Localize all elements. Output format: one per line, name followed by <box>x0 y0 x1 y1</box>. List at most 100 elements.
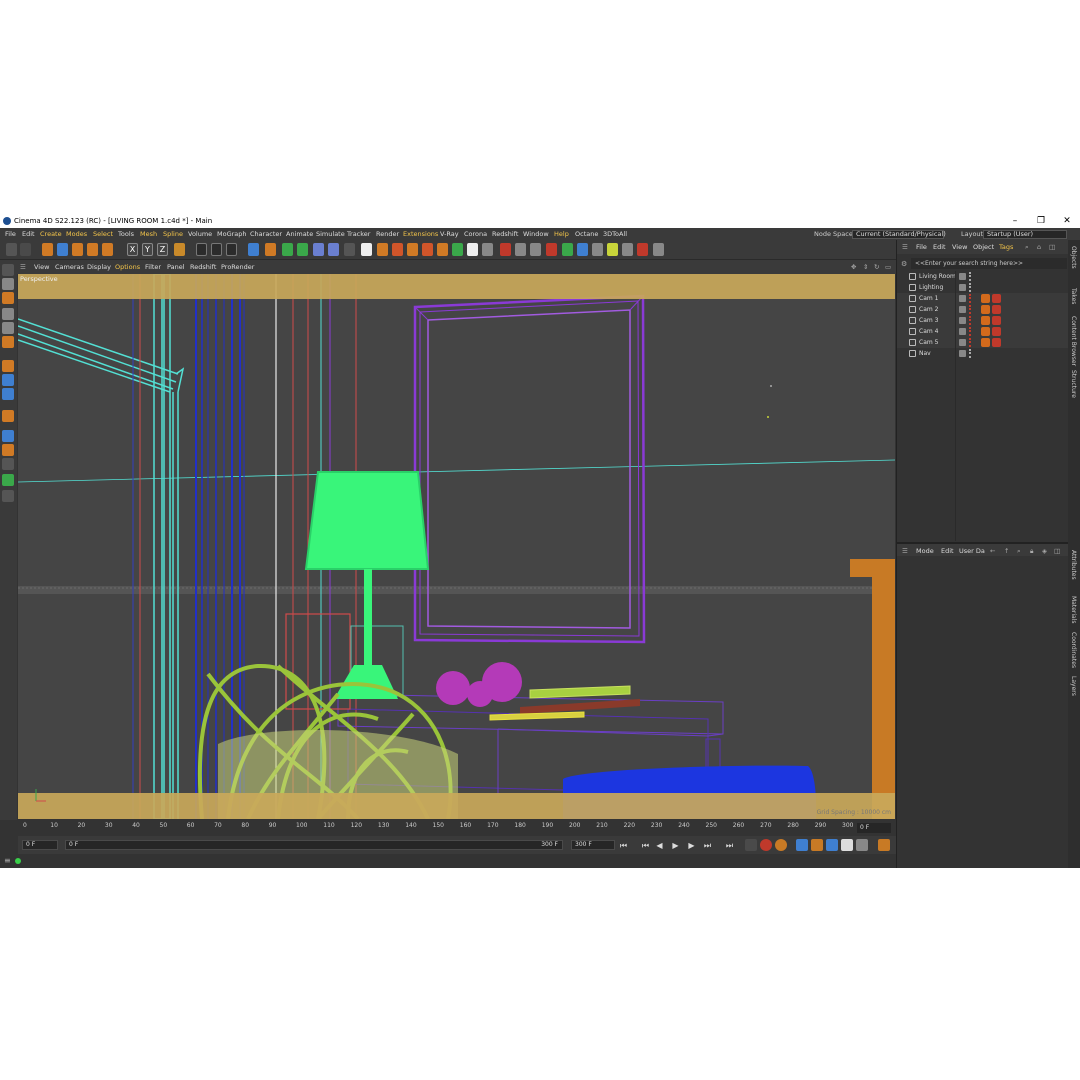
key-parameter-icon[interactable] <box>841 839 853 851</box>
render-settings-icon[interactable] <box>226 243 237 256</box>
workplane-lock-icon[interactable] <box>2 410 14 422</box>
tab-content-browser[interactable]: Content Browser <box>1070 316 1077 366</box>
rotate-tool-icon[interactable] <box>87 243 98 256</box>
menu-character[interactable]: Character <box>250 228 282 240</box>
polygons-mode-icon[interactable] <box>2 336 14 348</box>
sculpt-icon[interactable] <box>2 430 14 442</box>
om-search-icon[interactable]: ⌕ <box>1025 240 1029 254</box>
attr-menu-edit[interactable]: Edit <box>941 544 954 558</box>
object-row-living-room[interactable]: Living Room <box>897 271 1069 282</box>
object-row-cam-4[interactable]: Cam 4 <box>897 326 1069 337</box>
render-picture-viewer-icon[interactable] <box>211 243 222 256</box>
menu-mesh[interactable]: Mesh <box>140 228 157 240</box>
om-settings-icon[interactable]: ⚙ <box>901 260 907 268</box>
go-to-start-icon[interactable]: ⏮ <box>618 840 629 851</box>
octane-icon-7[interactable] <box>653 243 664 256</box>
recent-tools-icon[interactable] <box>102 243 113 256</box>
next-frame-icon[interactable]: ▶ <box>686 840 697 851</box>
viewport-menu-icon[interactable]: ☰ <box>20 260 26 274</box>
visibility-check-icon[interactable] <box>959 350 966 357</box>
protection-tag-icon[interactable] <box>981 316 990 325</box>
paint-icon[interactable] <box>2 444 14 456</box>
viewport-menu-prorender[interactable]: ProRender <box>221 260 254 274</box>
protection-tag-icon[interactable] <box>981 294 990 303</box>
perspective-viewport[interactable]: Perspective Grid Spacing: 10000 cm <box>18 274 895 819</box>
start-frame-field[interactable]: 0 F <box>22 840 58 850</box>
end-frame-field[interactable]: 300 F <box>571 840 615 850</box>
minimize-button[interactable]: – <box>1003 214 1027 228</box>
scale-tool-icon[interactable] <box>72 243 83 256</box>
timeline-ruler[interactable]: 0 10 20 30 40 50 60 70 80 90 100 110 120 130 140 150 160… <box>18 820 895 836</box>
menu-corona[interactable]: Corona <box>464 228 487 240</box>
render-dots-icon[interactable] <box>969 283 973 292</box>
visibility-check-icon[interactable] <box>959 328 966 335</box>
octane-icon-3[interactable] <box>592 243 603 256</box>
menu-help[interactable]: Help <box>554 228 569 240</box>
y-axis-toggle[interactable]: Y <box>142 243 153 256</box>
object-search-input[interactable]: <<Enter your search string here>> <box>911 258 1067 269</box>
close-button[interactable]: ✕ <box>1055 214 1079 228</box>
edges-mode-icon[interactable] <box>2 322 14 334</box>
om-new-window-icon[interactable]: ◫ <box>1049 240 1055 254</box>
om-home-icon[interactable]: ⌂ <box>1037 240 1041 254</box>
viewport-move-icon[interactable]: ✥ <box>851 260 856 274</box>
attributes-menu-icon[interactable]: ☰ <box>902 544 908 558</box>
play-forward-icon[interactable]: ▶ <box>670 840 681 851</box>
protection-tag-icon[interactable] <box>981 338 990 347</box>
menu-edit[interactable]: Edit <box>22 228 35 240</box>
snap-icon[interactable] <box>2 388 14 400</box>
menu-tracker[interactable]: Tracker <box>347 228 370 240</box>
octane-icon-5[interactable] <box>622 243 633 256</box>
texture-mode-icon[interactable] <box>2 278 14 290</box>
camera-tag-icon[interactable] <box>992 327 1001 336</box>
menu-spline[interactable]: Spline <box>163 228 183 240</box>
attr-lock-icon[interactable]: 🔒︎ <box>1030 544 1033 558</box>
floor-icon[interactable] <box>328 243 339 256</box>
menu-redshift[interactable]: Redshift <box>492 228 518 240</box>
viewport-menu-options[interactable]: Options <box>115 260 140 274</box>
attr-forward-icon[interactable]: ↑ <box>1004 544 1009 558</box>
object-row-cam-5[interactable]: Cam 5 <box>897 337 1069 348</box>
om-menu-object[interactable]: Object <box>973 240 994 254</box>
visibility-check-icon[interactable] <box>959 273 966 280</box>
viewport-menu-panel[interactable]: Panel <box>167 260 185 274</box>
menu-modes[interactable]: Modes <box>66 228 87 240</box>
camera-tag-icon[interactable] <box>992 294 1001 303</box>
redo-icon[interactable] <box>20 243 31 256</box>
grid-icon[interactable] <box>2 458 14 470</box>
viewport-menu-display[interactable]: Display <box>87 260 111 274</box>
axis-mode-icon[interactable] <box>2 360 14 372</box>
octane-icon-1[interactable] <box>562 243 573 256</box>
vray-icon-5[interactable] <box>437 243 448 256</box>
node-space-dropdown[interactable]: Current (Standard/Physical) <box>852 230 946 239</box>
vray-icon-4[interactable] <box>422 243 433 256</box>
viewport-zoom-icon[interactable]: ⇕ <box>863 260 868 274</box>
camera-tag-icon[interactable] <box>992 316 1001 325</box>
visibility-check-icon[interactable] <box>959 317 966 324</box>
om-menu-edit[interactable]: Edit <box>933 240 946 254</box>
protection-tag-icon[interactable] <box>981 327 990 336</box>
viewport-maximize-icon[interactable]: ▭ <box>885 260 891 274</box>
pen-spline-icon[interactable] <box>265 243 276 256</box>
corona-icon-1[interactable] <box>452 243 463 256</box>
autokeying-icon[interactable] <box>775 839 787 851</box>
workplane-icon[interactable] <box>2 292 14 304</box>
status-menu-icon[interactable]: ≡ <box>4 856 11 865</box>
protection-tag-icon[interactable] <box>981 305 990 314</box>
tab-takes[interactable]: Takes <box>1070 288 1077 304</box>
current-frame-field[interactable]: 0 F <box>857 823 891 833</box>
camera-icon[interactable] <box>344 243 355 256</box>
menu-simulate[interactable]: Simulate <box>316 228 345 240</box>
move-tool-icon[interactable] <box>57 243 68 256</box>
maximize-button[interactable]: ❐ <box>1029 214 1053 228</box>
vray-icon-1[interactable] <box>377 243 388 256</box>
deformer-icon[interactable] <box>313 243 324 256</box>
attr-menu-mode[interactable]: Mode <box>916 544 934 558</box>
layout-dropdown[interactable]: Startup (User) <box>983 230 1067 239</box>
extra-tool-icon[interactable] <box>2 490 14 502</box>
tab-attributes[interactable]: Attributes <box>1070 550 1077 580</box>
menu-tools[interactable]: Tools <box>118 228 134 240</box>
attr-new-window-icon[interactable]: ◫ <box>1054 544 1060 558</box>
octane-icon-4[interactable] <box>607 243 618 256</box>
viewport-menu-cameras[interactable]: Cameras <box>55 260 84 274</box>
